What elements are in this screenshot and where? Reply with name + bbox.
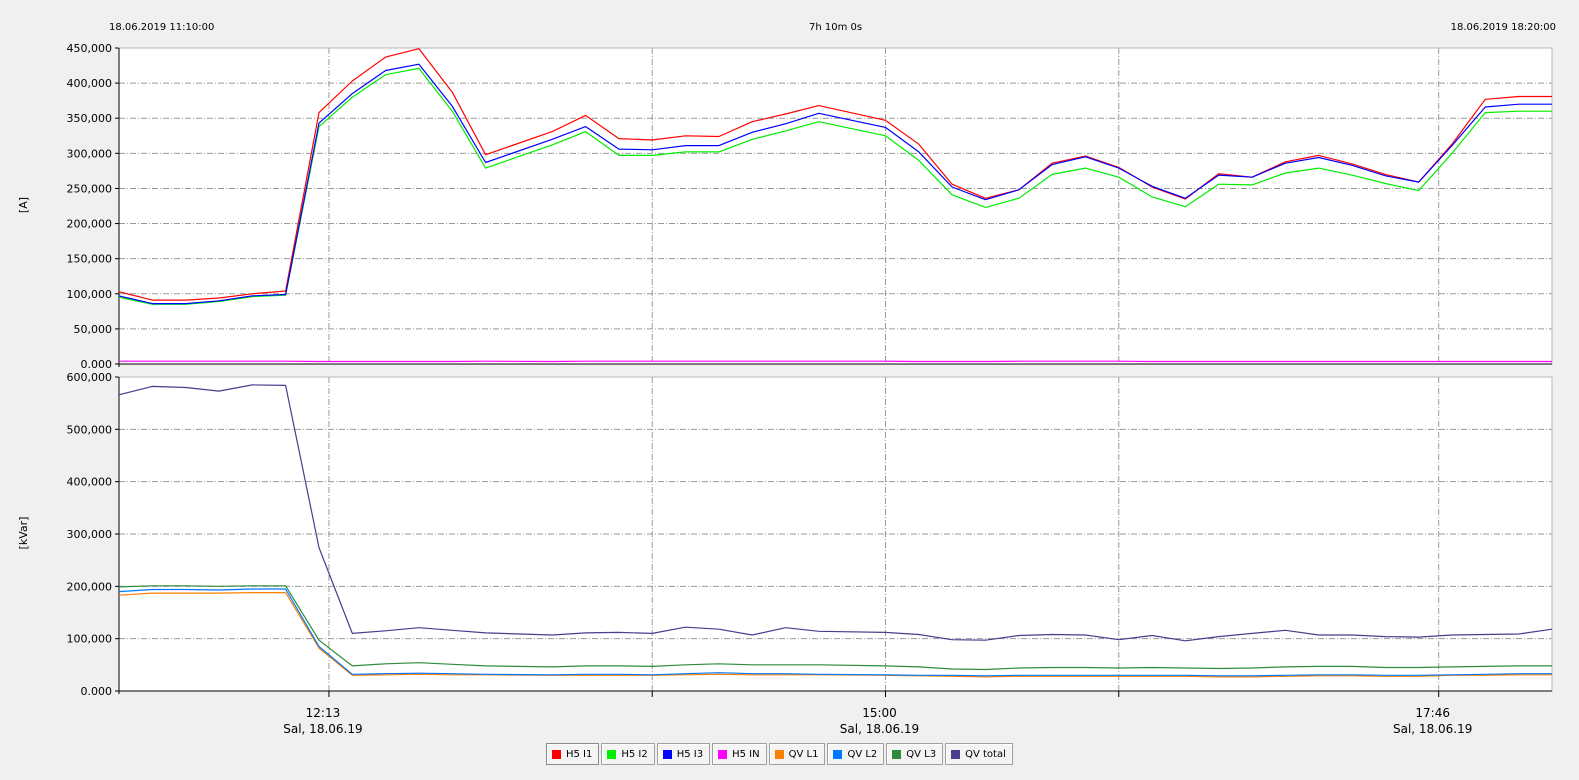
chart-area[interactable]: 0.000 50,000 100,000 150,000 200,000 250,000 3…: [0, 0, 1579, 780]
y-tick-label: 150,000: [67, 253, 113, 266]
legend-label: QV L1: [788, 748, 819, 760]
y-tick-label: 600,000: [67, 371, 113, 384]
y-tick-label: 200,000: [67, 580, 113, 593]
y-tick-label: 250,000: [67, 182, 113, 195]
legend-label: QV L3: [906, 748, 937, 760]
legend-item-h5-i1[interactable]: H5 I1: [546, 743, 600, 765]
legend: H5 I1 H5 I2 H5 I3 H5 IN QV L1 QV L2 QV L3 QV to…: [546, 743, 1013, 765]
legend-label: H5 I2: [621, 748, 648, 760]
x-tick-label: 17:46: [1415, 706, 1450, 720]
legend-item-h5-i2[interactable]: H5 I2: [601, 743, 655, 765]
x-tick-label: 15:00: [862, 706, 897, 720]
y-tick-label: 400,000: [67, 476, 113, 489]
legend-swatch: [833, 749, 843, 759]
legend-label: H5 I3: [676, 748, 704, 760]
x-tick-sublabel: Sal, 18.06.19: [840, 722, 919, 736]
legend-label: QV total: [965, 748, 1006, 760]
y-axis-label: [A]: [17, 197, 30, 213]
legend-item-h5-i3[interactable]: H5 I3: [656, 743, 711, 765]
y-tick-label: 300,000: [67, 147, 113, 160]
y-tick-label: 0.000: [81, 685, 113, 698]
legend-item-qv-total[interactable]: QV total: [945, 743, 1013, 765]
legend-item-qv-l2[interactable]: QV L2: [827, 743, 885, 765]
legend-swatch: [892, 749, 902, 759]
y-tick-label: 350,000: [67, 112, 113, 125]
legend-label: H5 I1: [566, 748, 593, 760]
legend-label: H5 IN: [732, 748, 760, 760]
y-tick-label: 500,000: [67, 423, 113, 436]
legend-item-h5-in[interactable]: H5 IN: [712, 743, 767, 765]
y-tick-label: 300,000: [67, 528, 113, 541]
y-tick-label: 50,000: [74, 323, 113, 336]
legend-item-qv-l3[interactable]: QV L3: [886, 743, 944, 765]
y-tick-label: 450,000: [67, 42, 113, 55]
x-tick-sublabel: Sal, 18.06.19: [283, 722, 362, 736]
legend-swatch: [718, 749, 728, 759]
legend-swatch: [607, 749, 617, 759]
legend-swatch: [774, 749, 784, 759]
y-axis-label: [kVar]: [17, 517, 30, 550]
legend-swatch: [951, 749, 961, 759]
plot-area-1: [119, 48, 1552, 364]
legend-item-qv-l1[interactable]: QV L1: [768, 743, 826, 765]
legend-swatch: [552, 749, 561, 759]
y-tick-label: 100,000: [67, 288, 113, 301]
y-tick-label: 100,000: [67, 633, 113, 646]
y-tick-label: 0.000: [81, 358, 113, 371]
legend-swatch: [662, 749, 672, 759]
y-tick-label: 400,000: [67, 77, 113, 90]
y-tick-label: 200,000: [67, 218, 113, 231]
x-tick-label: 12:13: [306, 706, 341, 720]
legend-label: QV L2: [847, 748, 878, 760]
x-tick-sublabel: Sal, 18.06.19: [1393, 722, 1472, 736]
